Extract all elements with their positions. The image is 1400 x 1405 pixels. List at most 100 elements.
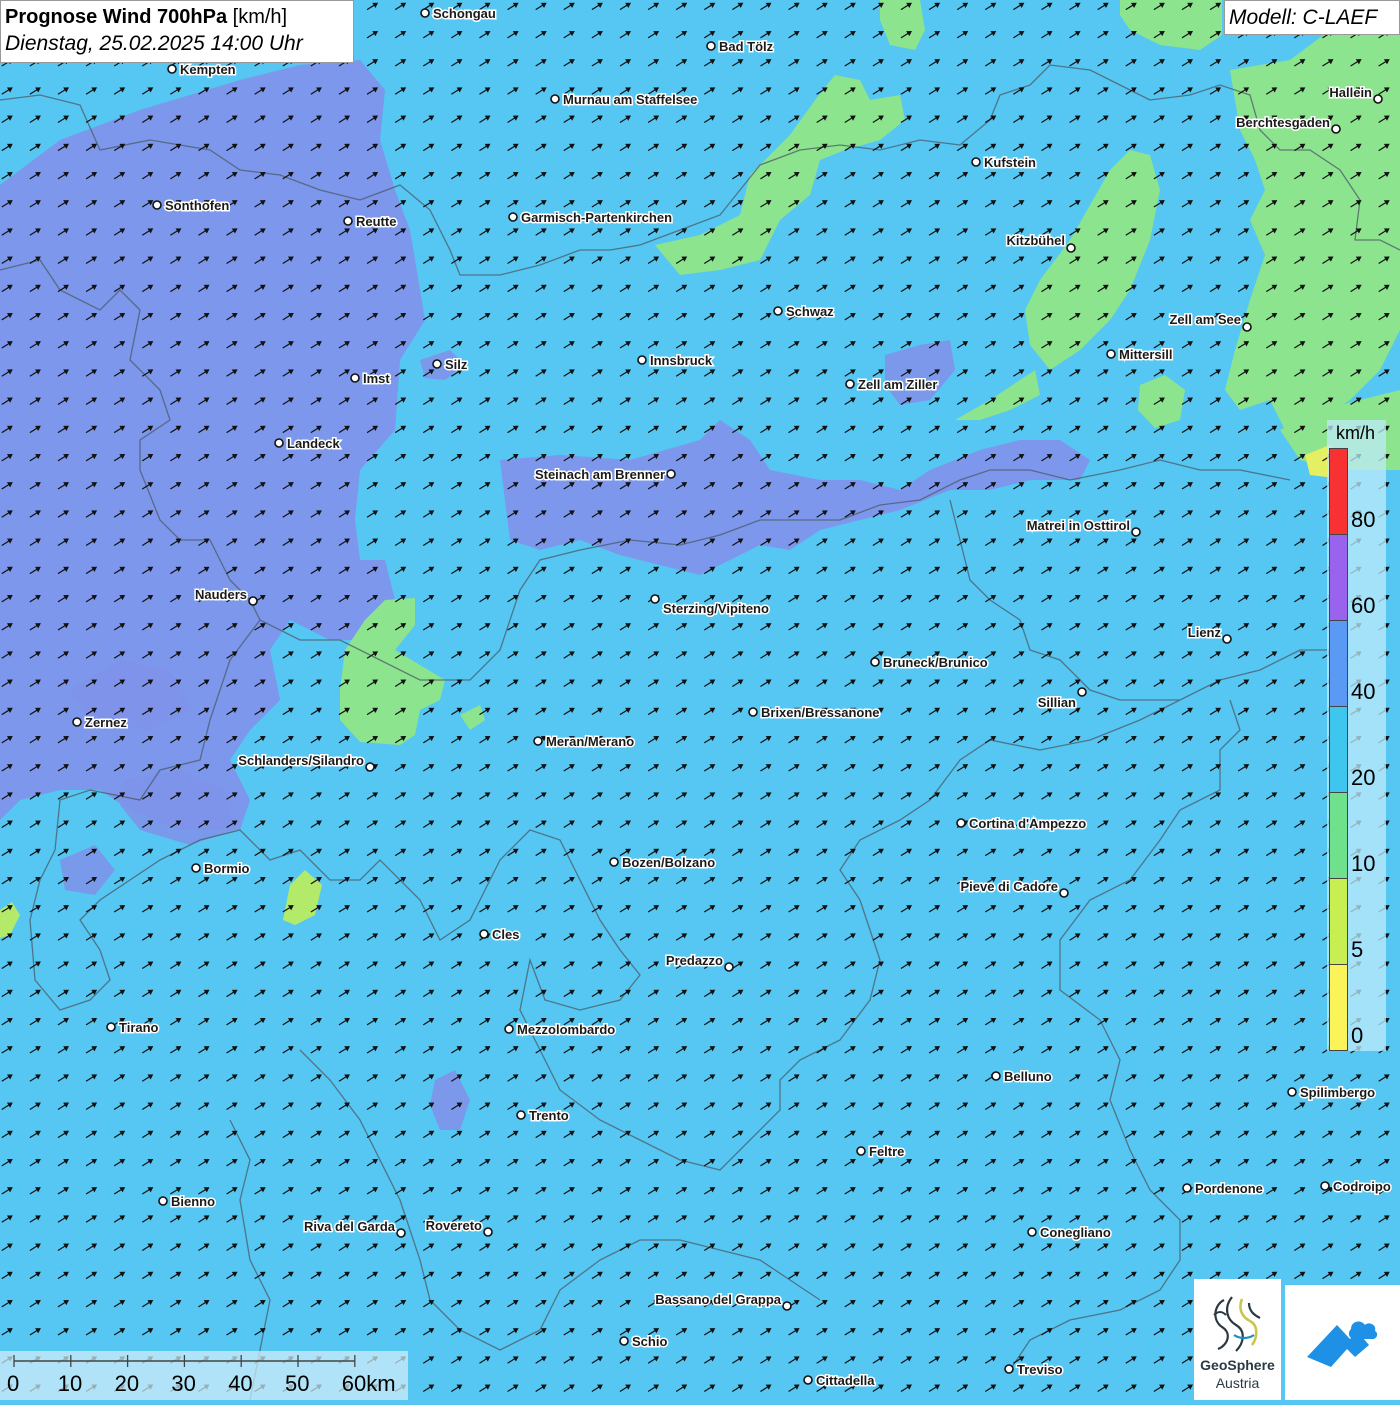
city-dot (73, 718, 81, 726)
city-label: Mezzolombardo (517, 1022, 615, 1037)
city-dot (534, 737, 542, 745)
city-label: Berchtesgaden (1236, 115, 1330, 130)
city-label: Kempten (180, 62, 236, 77)
city-label: Bassano del Grappa (655, 1292, 781, 1307)
city-marker: Cortina d'Ampezzo (957, 816, 1086, 831)
city-dot (159, 1197, 167, 1205)
city-dot (1060, 889, 1068, 897)
city-dot (275, 439, 283, 447)
city-label: Murnau am Staffelsee (563, 92, 697, 107)
city-dot (351, 374, 359, 382)
city-marker: Bruneck/Brunico (871, 655, 988, 670)
geosphere-austria-logo: GeoSphere Austria (1194, 1279, 1281, 1400)
scale-label: 20 (115, 1371, 139, 1397)
city-label: Riva del Garda (304, 1219, 396, 1234)
city-dot (505, 1025, 513, 1033)
legend-tick-label: 40 (1351, 681, 1375, 703)
scale-label: 30 (171, 1371, 195, 1397)
city-label: Mittersill (1119, 347, 1172, 362)
city-dot (1107, 350, 1115, 358)
city-label: Tirano (119, 1020, 159, 1035)
city-label: Bormio (204, 861, 250, 876)
city-dot (1332, 125, 1340, 133)
city-marker: Sonthofen (153, 198, 229, 213)
city-label: Hallein (1329, 85, 1372, 100)
title-main: Prognose Wind 700hPa (5, 6, 227, 28)
city-label: Cortina d'Ampezzo (969, 816, 1086, 831)
city-dot (651, 595, 659, 603)
city-marker: Mezzolombardo (505, 1022, 615, 1037)
city-label: Schio (632, 1334, 667, 1349)
legend-tick-label: 60 (1351, 595, 1375, 617)
city-label: Codroipo (1333, 1179, 1391, 1194)
city-dot (421, 9, 429, 17)
city-marker: Meran/Merano (534, 734, 634, 749)
geosphere-logo-text: GeoSphere (1194, 1357, 1281, 1373)
city-dot (804, 1376, 812, 1384)
city-marker: Schongau (421, 6, 496, 21)
city-label: Lienz (1188, 625, 1222, 640)
city-dot (397, 1229, 405, 1237)
city-label: Innsbruck (650, 353, 713, 368)
forecast-datetime: Dienstag, 25.02.2025 14:00 Uhr (5, 30, 353, 58)
city-dot (1374, 95, 1382, 103)
city-dot (871, 658, 879, 666)
city-dot (846, 380, 854, 388)
city-dot (433, 360, 441, 368)
city-label: Reutte (356, 214, 396, 229)
city-dot (992, 1072, 1000, 1080)
city-label: Kufstein (984, 155, 1036, 170)
city-label: Spilimbergo (1300, 1085, 1375, 1100)
city-label: Nauders (195, 587, 247, 602)
city-dot (107, 1023, 115, 1031)
city-label: Pieve di Cadore (960, 879, 1058, 894)
city-label: Zell am See (1169, 312, 1241, 327)
city-label: Silz (445, 357, 468, 372)
city-label: Sterzing/Vipiteno (663, 601, 769, 616)
legend-tick-label: 0 (1351, 1025, 1363, 1047)
city-dot (551, 95, 559, 103)
city-label: Schwaz (786, 304, 834, 319)
city-dot (249, 597, 257, 605)
city-dot (1067, 244, 1075, 252)
city-dot (168, 65, 176, 73)
city-dot (620, 1337, 628, 1345)
city-dot (972, 158, 980, 166)
title: Prognose Wind 700hPa [km/h] (5, 4, 353, 30)
legend-color-band (1329, 878, 1348, 965)
city-dot (857, 1147, 865, 1155)
legend-tick-label: 5 (1351, 939, 1363, 961)
city-dot (783, 1302, 791, 1310)
legend-tick-label: 10 (1351, 853, 1375, 875)
city-dot (1183, 1184, 1191, 1192)
city-marker: Bozen/Bolzano (610, 855, 715, 870)
legend-color-band (1329, 620, 1348, 707)
city-label: Steinach am Brenner (535, 467, 665, 482)
city-dot (1028, 1228, 1036, 1236)
city-dot (484, 1228, 492, 1236)
city-dot (707, 42, 715, 50)
city-dot (1132, 528, 1140, 536)
city-label: Sonthofen (165, 198, 229, 213)
scale-bar-line (0, 1351, 408, 1371)
city-label: Matrei in Osttirol (1027, 518, 1130, 533)
legend-tick-label: 80 (1351, 509, 1375, 531)
city-label: Trento (529, 1108, 569, 1123)
city-dot (1078, 688, 1086, 696)
legend-color-band (1329, 964, 1348, 1051)
city-label: Conegliano (1040, 1225, 1111, 1240)
scale-label: 60km (342, 1371, 396, 1397)
color-legend: km/h 806040201050 (1327, 420, 1386, 1051)
legend-unit: km/h (1336, 423, 1375, 444)
city-label: Zell am Ziller (858, 377, 937, 392)
city-label: Sillian (1038, 695, 1076, 710)
geosphere-logo-subtext: Austria (1194, 1375, 1281, 1391)
city-marker: Zell am Ziller (846, 377, 937, 392)
city-label: Cittadella (816, 1373, 875, 1388)
city-dot (725, 963, 733, 971)
city-marker: Murnau am Staffelsee (551, 92, 697, 107)
wind-map: SchongauKemptenBad TölzMurnau am Staffel… (0, 0, 1400, 1400)
scale-label: 10 (58, 1371, 82, 1397)
city-label: Imst (363, 371, 390, 386)
city-label: Belluno (1004, 1069, 1052, 1084)
